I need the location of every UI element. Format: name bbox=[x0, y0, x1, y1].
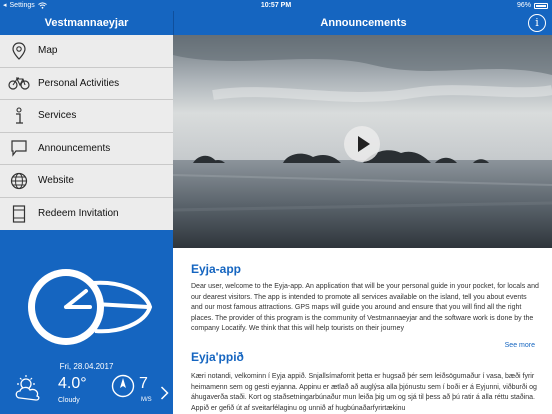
sidebar-item-map[interactable]: Map bbox=[0, 35, 173, 68]
page-title: Announcements bbox=[320, 17, 407, 29]
sidebar-menu: Map Personal Activities Services Announc… bbox=[0, 35, 173, 230]
status-bar: ◂ Settings 10:57 PM 96% bbox=[0, 0, 552, 11]
article-body: Dear user, welcome to the Eyja-app. An a… bbox=[191, 283, 539, 332]
info-icon bbox=[0, 100, 38, 132]
status-right: 96% bbox=[517, 0, 548, 11]
see-more-link[interactable]: See more bbox=[505, 342, 535, 349]
status-time: 10:57 PM bbox=[260, 2, 292, 9]
sidebar-item-label: Services bbox=[38, 110, 77, 122]
speech-bubble-icon bbox=[0, 132, 38, 164]
article-body: Kæri notandi, velkominn í Eyja appið. Sn… bbox=[191, 373, 537, 412]
bicycle-icon bbox=[0, 67, 38, 99]
clock-logo bbox=[0, 231, 173, 356]
article-title: Eyja-app bbox=[191, 262, 242, 276]
sidebar-title: Vestmannaeyjar bbox=[44, 17, 129, 29]
sidebar-item-personal-activities[interactable]: Personal Activities bbox=[0, 67, 173, 100]
article-title: Eyja'ppið bbox=[191, 350, 244, 364]
sidebar: Vestmannaeyjar Map Personal Activities S… bbox=[0, 11, 173, 414]
battery-icon bbox=[534, 2, 548, 9]
video-player[interactable] bbox=[173, 35, 552, 248]
sidebar-item-label: Personal Activities bbox=[38, 77, 120, 89]
wind-speed: 7 bbox=[139, 375, 148, 392]
announcements-list: Eyja-app Dear user, welcome to the Eyja-… bbox=[173, 248, 552, 414]
document-icon bbox=[0, 198, 38, 230]
chevron-right-icon[interactable] bbox=[160, 386, 169, 400]
sidebar-item-label: Map bbox=[38, 45, 58, 57]
sidebar-item-website[interactable]: Website bbox=[0, 165, 173, 198]
info-button[interactable]: i bbox=[528, 14, 546, 32]
sidebar-item-label: Website bbox=[38, 175, 74, 187]
header-bar: Announcements i bbox=[173, 11, 552, 35]
globe-icon bbox=[0, 165, 38, 197]
weather-temperature: 4.0° bbox=[58, 375, 87, 392]
weather-condition: Cloudy bbox=[58, 397, 80, 404]
sidebar-item-label: Announcements bbox=[38, 142, 111, 154]
cloudy-sun-icon bbox=[15, 375, 40, 401]
battery-percent: 96% bbox=[516, 2, 531, 9]
weather-date: Fri, 28.04.2017 bbox=[59, 362, 114, 371]
map-pin-icon bbox=[0, 35, 38, 67]
play-button[interactable] bbox=[344, 126, 380, 162]
wind-direction-icon bbox=[111, 374, 135, 398]
weather-widget: Fri, 28.04.2017 4.0° Cloudy 7 M/S bbox=[0, 356, 173, 414]
sidebar-item-announcements[interactable]: Announcements bbox=[0, 132, 173, 165]
sidebar-item-label: Redeem Invitation bbox=[38, 208, 119, 220]
wind-unit: M/S bbox=[141, 397, 152, 403]
sidebar-item-redeem-invitation[interactable]: Redeem Invitation bbox=[0, 198, 173, 231]
sidebar-item-services[interactable]: Services bbox=[0, 100, 173, 133]
